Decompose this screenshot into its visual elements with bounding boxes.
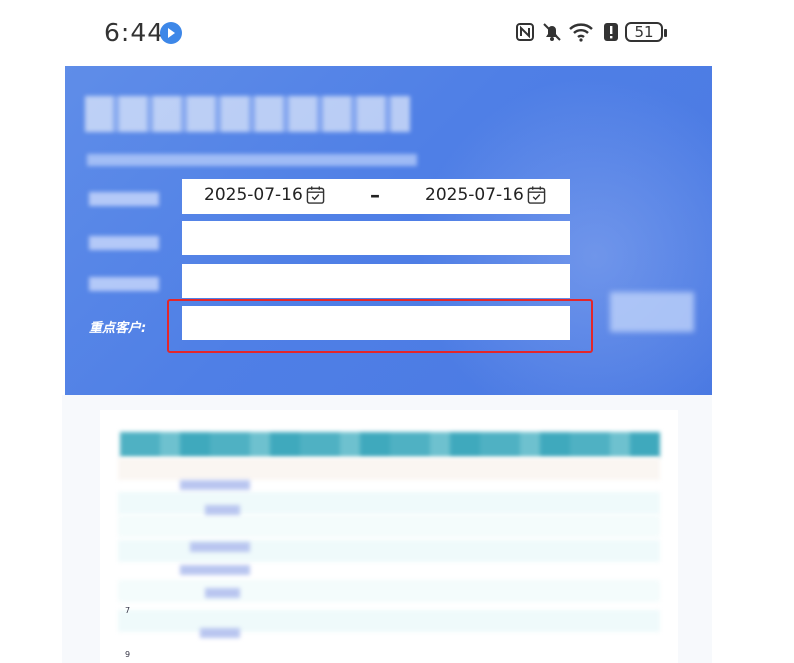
- app-notification-icon: [160, 22, 182, 44]
- alert-icon: [604, 23, 618, 41]
- cell-link-redacted[interactable]: [190, 542, 250, 552]
- cell-link-redacted[interactable]: [180, 565, 250, 575]
- table-row[interactable]: [118, 492, 660, 514]
- status-bar: 6:44 51: [0, 0, 794, 60]
- filter-banner: 2025-07-16 – 2025-07-16 重点客户:: [65, 66, 712, 414]
- date-label-redacted: [89, 192, 159, 206]
- start-date-input[interactable]: 2025-07-16: [204, 185, 303, 205]
- nfc-icon: [516, 23, 534, 41]
- date-separator: –: [370, 183, 380, 207]
- row-number: 7: [125, 606, 131, 615]
- calendar-icon[interactable]: [527, 185, 546, 205]
- table-row[interactable]: [118, 515, 660, 537]
- cell-link-redacted[interactable]: [205, 505, 240, 515]
- key-customer-label: 重点客户:: [89, 321, 147, 336]
- row-number: 9: [125, 650, 131, 659]
- highlight-box: [167, 299, 593, 353]
- cell-link-redacted[interactable]: [180, 480, 250, 490]
- table-header: [120, 432, 660, 457]
- table-row[interactable]: [118, 458, 660, 480]
- page-title-redacted: [85, 96, 410, 132]
- calendar-icon[interactable]: [306, 185, 325, 205]
- wifi-icon: [569, 23, 593, 42]
- table-row[interactable]: [118, 580, 660, 602]
- cell-link-redacted[interactable]: [200, 628, 240, 638]
- subtitle-redacted: [87, 154, 417, 166]
- mute-bell-icon: [543, 23, 561, 41]
- filter-input-2[interactable]: [182, 221, 570, 255]
- date-range-field: 2025-07-16 – 2025-07-16: [182, 179, 570, 214]
- field-label-redacted: [89, 277, 159, 291]
- clock: 6:44: [104, 18, 165, 47]
- field-label-redacted: [89, 236, 159, 250]
- battery-icon: 51: [625, 22, 667, 42]
- search-button-redacted[interactable]: [610, 292, 694, 332]
- end-date-input[interactable]: 2025-07-16: [425, 185, 524, 205]
- cell-link-redacted[interactable]: [205, 588, 240, 598]
- filter-input-3[interactable]: [182, 264, 570, 298]
